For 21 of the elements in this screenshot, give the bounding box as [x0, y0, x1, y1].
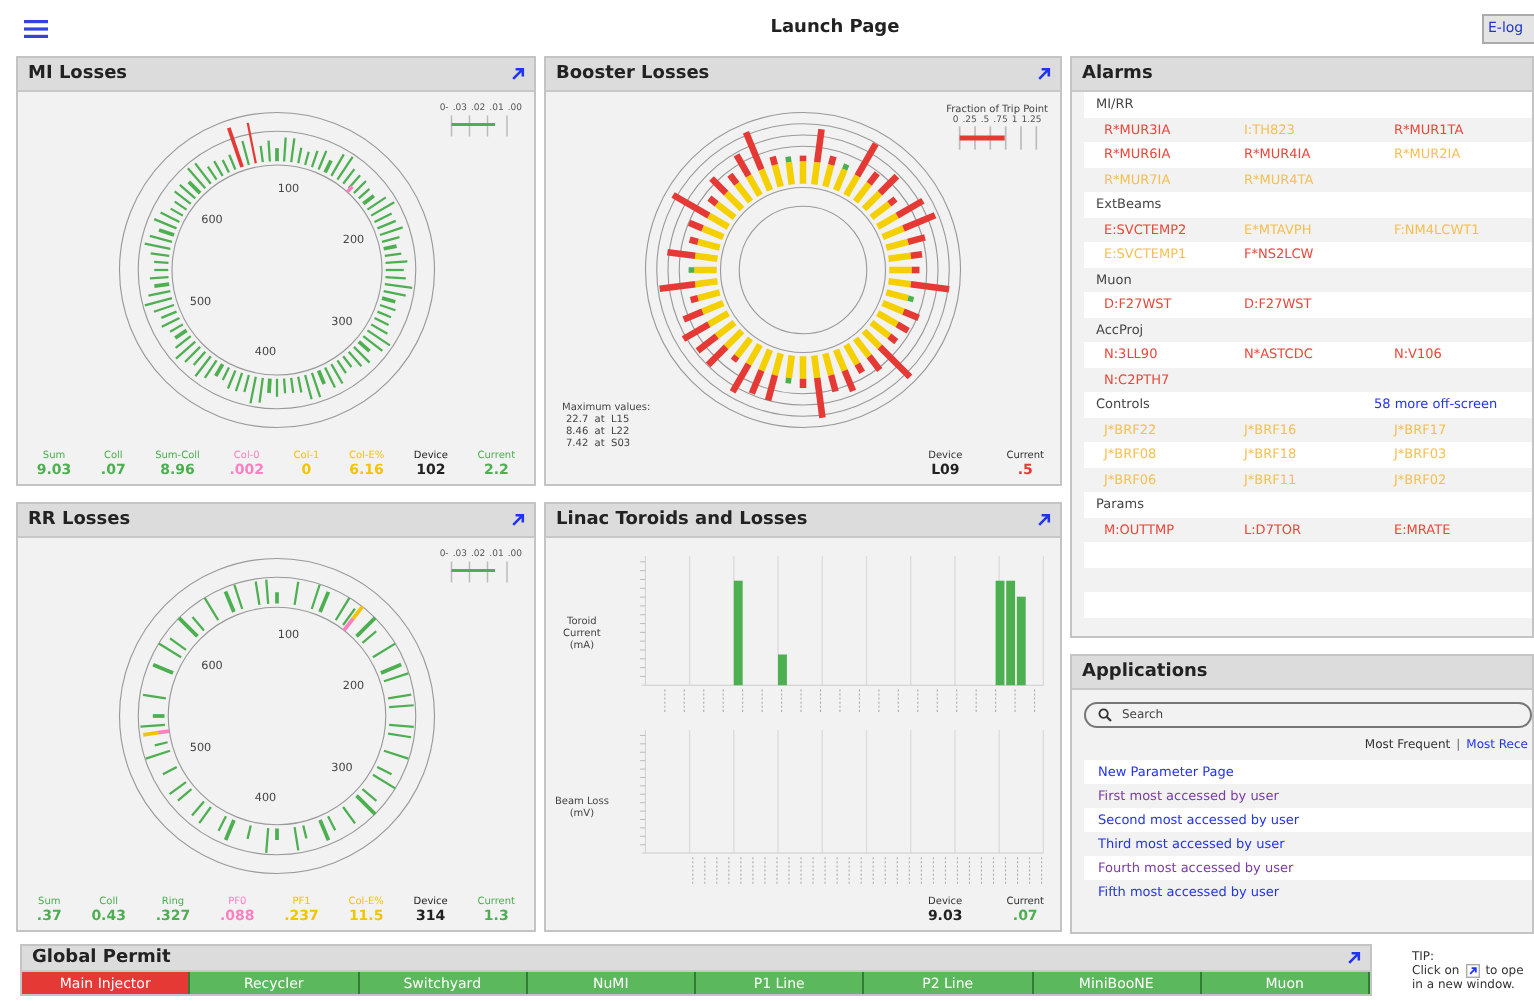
- panel-title: RR Losses: [28, 510, 131, 530]
- legend-scale-icon: [450, 560, 511, 584]
- menu-icon[interactable]: [24, 19, 48, 37]
- arrow-icon[interactable]: [510, 66, 526, 82]
- panel-title: MI Losses: [28, 64, 128, 84]
- arrow-icon[interactable]: [510, 512, 526, 528]
- panel-title: Booster Losses: [556, 64, 710, 84]
- panel-title: Applications: [1082, 662, 1208, 682]
- arrow-icon: [1465, 964, 1480, 978]
- panel-title: Global Permit: [32, 948, 171, 968]
- page-title: Launch Page: [768, 18, 902, 38]
- arrow-icon[interactable]: [1036, 66, 1052, 82]
- search-icon: [1098, 708, 1112, 722]
- legend-scale-icon: [957, 126, 1038, 150]
- arrow-icon[interactable]: [1346, 950, 1362, 966]
- toroid-bar: [733, 580, 743, 685]
- legend-scale-icon: [450, 114, 511, 138]
- panel-title: Linac Toroids and Losses: [556, 510, 808, 530]
- arrow-icon[interactable]: [1036, 512, 1052, 528]
- toroid-bar: [777, 654, 787, 685]
- panel-title: Alarms: [1082, 64, 1153, 84]
